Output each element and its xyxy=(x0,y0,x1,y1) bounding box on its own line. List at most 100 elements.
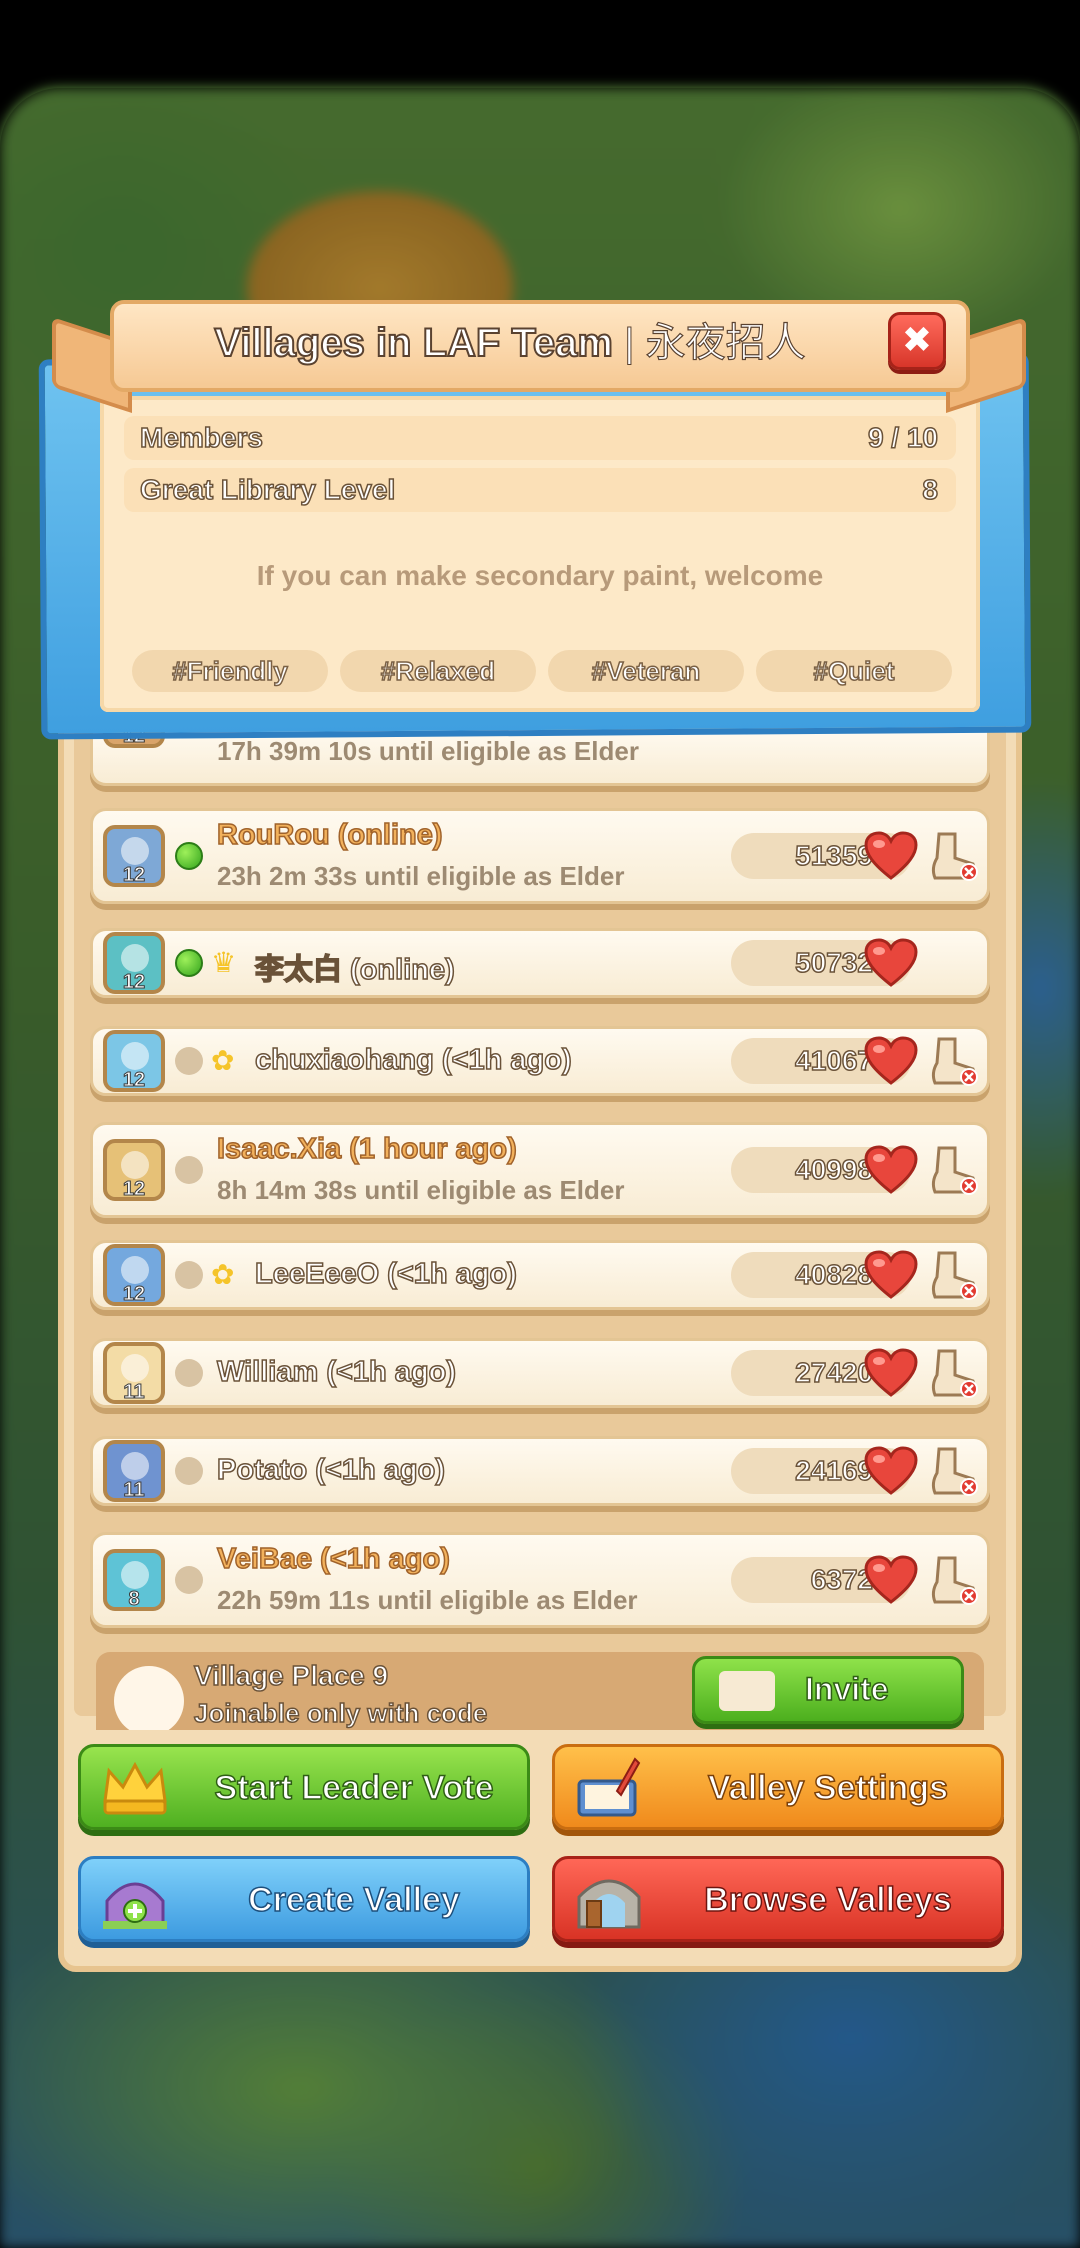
member-row[interactable]: 8 VeiBae (<1h ago) 22h 59m 11s until eligi… xyxy=(90,1532,990,1628)
member-level: 12 xyxy=(122,864,146,887)
heart-icon[interactable] xyxy=(863,830,919,882)
member-avatar[interactable]: 12 xyxy=(103,1030,165,1092)
start-leader-vote-label: Start Leader Vote xyxy=(214,1768,495,1808)
member-name: Potato (<1h ago) xyxy=(216,1453,445,1487)
member-name: VeiBae (<1h ago) xyxy=(216,1542,450,1576)
member-avatar[interactable]: 11 xyxy=(103,1440,165,1502)
portal-plus-icon xyxy=(103,1882,167,1929)
valley-settings-label: Valley Settings xyxy=(707,1768,949,1808)
tag-friendly: #Friendly xyxy=(132,650,328,692)
offline-status-dot xyxy=(175,1457,203,1485)
title-text: Villages in LAF Team xyxy=(213,320,614,366)
village-place-sub: Joinable only with code xyxy=(193,1697,488,1729)
member-row-partial[interactable]: 12 17h 39m 10s until eligible as Elder xyxy=(90,700,990,786)
heart-icon[interactable] xyxy=(863,1445,919,1497)
kick-boot-icon[interactable] xyxy=(925,1345,981,1401)
heart-icon[interactable] xyxy=(863,1035,919,1087)
start-leader-vote-button[interactable]: Start Leader Vote xyxy=(78,1744,530,1830)
member-avatar[interactable]: 12 xyxy=(103,1139,165,1201)
avatar-portrait xyxy=(121,1256,149,1284)
dialog-title: Villages in LAF Team | 永夜招人 xyxy=(150,310,870,368)
member-name: 李太白 (online) xyxy=(254,953,455,987)
heart-icon[interactable] xyxy=(863,1249,919,1301)
avatar-portrait xyxy=(121,1151,149,1179)
member-row[interactable]: 11 Potato (<1h ago) 24169 xyxy=(90,1436,990,1506)
kick-boot-icon[interactable] xyxy=(925,828,981,884)
member-avatar[interactable]: 12 xyxy=(103,932,165,994)
kick-boot-icon[interactable] xyxy=(925,1033,981,1089)
member-level: 12 xyxy=(122,1178,146,1201)
library-value: 8 xyxy=(922,473,939,506)
member-level: 8 xyxy=(128,1588,140,1611)
team-subtitle: 永夜招人 xyxy=(645,319,806,366)
kick-boot-icon[interactable] xyxy=(925,1552,981,1608)
offline-status-dot xyxy=(175,1566,203,1594)
avatar-portrait xyxy=(121,1561,149,1589)
member-avatar[interactable]: 8 xyxy=(103,1549,165,1611)
member-name: chuxiaohang (<1h ago) xyxy=(254,1043,572,1077)
member-level: 11 xyxy=(123,1381,145,1404)
crown-icon xyxy=(103,1761,167,1815)
browse-valleys-button[interactable]: Browse Valleys xyxy=(552,1856,1004,1942)
invite-button[interactable]: Invite xyxy=(692,1656,964,1724)
member-level: 12 xyxy=(122,1283,146,1306)
online-status-dot xyxy=(175,949,203,977)
member-level: 11 xyxy=(123,1479,145,1502)
invite-label: Invite xyxy=(804,1670,889,1708)
stone-gate-icon xyxy=(577,1879,641,1929)
heart-icon[interactable] xyxy=(863,1144,919,1196)
member-name: LeeEeeO (<1h ago) xyxy=(254,1257,517,1291)
avatar-portrait xyxy=(121,837,149,865)
heart-icon[interactable] xyxy=(863,1554,919,1606)
team-motto: If you can make secondary paint, welcome xyxy=(256,560,824,591)
heart-icon[interactable] xyxy=(863,1347,919,1399)
member-elder-timer: 8h 14m 38s until eligible as Elder xyxy=(217,1175,625,1205)
member-avatar[interactable]: 12 xyxy=(103,825,165,887)
member-name: RouRou (online) xyxy=(216,818,443,852)
member-avatar[interactable]: 12 xyxy=(103,1244,165,1306)
member-row[interactable]: 12 ✿ LeeEeeO (<1h ago) 40828 xyxy=(90,1240,990,1310)
member-row[interactable]: 12 ♛ 李太白 (online) 50732 xyxy=(90,928,990,998)
offline-status-dot xyxy=(175,1156,203,1184)
online-status-dot xyxy=(175,842,203,870)
member-row[interactable]: 12 ✿ chuxiaohang (<1h ago) 41067 xyxy=(90,1026,990,1096)
library-level-row: Great Library Level 8 xyxy=(124,468,956,512)
avatar-portrait xyxy=(121,944,149,972)
member-elder-timer: 23h 2m 33s until eligible as Elder xyxy=(217,861,625,891)
avatar-portrait xyxy=(121,1042,149,1070)
title-separator: | xyxy=(624,321,635,366)
village-place-title: Village Place 9 xyxy=(193,1659,389,1692)
members-value: 9 / 10 xyxy=(867,421,939,454)
tag-relaxed: #Relaxed xyxy=(340,650,536,692)
members-label: Members xyxy=(139,421,263,454)
member-elder-timer: 17h 39m 10s until eligible as Elder xyxy=(217,736,639,766)
tag-veteran: #Veteran xyxy=(548,650,744,692)
member-row[interactable]: 12 Isaac.Xia (1 hour ago) 8h 14m 38s until… xyxy=(90,1122,990,1218)
member-elder-timer: 22h 59m 11s until eligible as Elder xyxy=(217,1585,638,1615)
close-icon: ✖ xyxy=(901,320,933,361)
avatar-portrait xyxy=(121,1354,149,1382)
village-place-row: Village Place 9 Joinable only with code … xyxy=(96,1652,984,1730)
member-row[interactable]: 11 William (<1h ago) 27420 xyxy=(90,1338,990,1408)
offline-status-dot xyxy=(175,1047,203,1075)
book-quill-icon xyxy=(577,1757,641,1817)
member-level: 12 xyxy=(122,1069,146,1092)
kick-boot-icon[interactable] xyxy=(925,1443,981,1499)
offline-status-dot xyxy=(175,1261,203,1289)
offline-status-dot xyxy=(175,1359,203,1387)
member-row[interactable]: 12 RouRou (online) 23h 2m 33s until eligib… xyxy=(90,808,990,904)
close-button[interactable]: ✖ xyxy=(888,312,946,370)
member-avatar[interactable]: 11 xyxy=(103,1342,165,1404)
heart-icon[interactable] xyxy=(863,937,919,989)
valley-settings-button[interactable]: Valley Settings xyxy=(552,1744,1004,1830)
knot-icon: ✿ xyxy=(211,1044,235,1077)
create-valley-label: Create Valley xyxy=(247,1880,460,1920)
tag-quiet: #Quiet xyxy=(756,650,952,692)
kick-boot-icon[interactable] xyxy=(925,1247,981,1303)
member-name: William (<1h ago) xyxy=(216,1355,457,1389)
members-count-row: Members 9 / 10 xyxy=(124,416,956,460)
browse-valleys-label: Browse Valleys xyxy=(703,1880,952,1920)
create-valley-button[interactable]: Create Valley xyxy=(78,1856,530,1942)
member-level: 12 xyxy=(122,971,146,994)
kick-boot-icon[interactable] xyxy=(925,1142,981,1198)
